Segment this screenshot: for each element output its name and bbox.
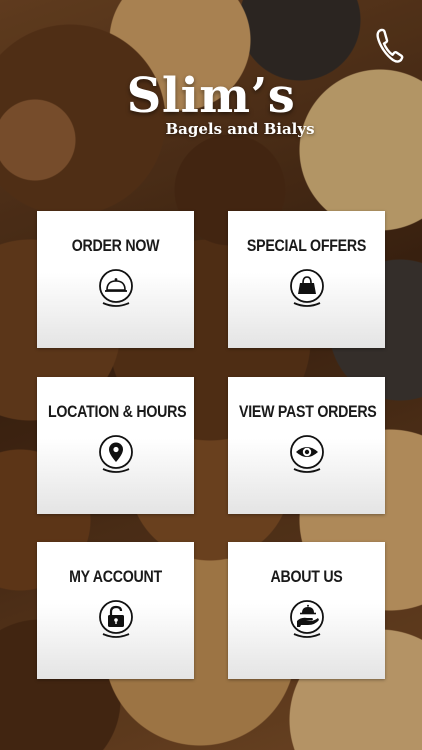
phone-icon: [376, 28, 404, 63]
tile-label: ABOUT US: [270, 568, 343, 586]
brand-tagline: Bagels and Bialys: [165, 120, 315, 138]
shopping-bag-icon: [288, 269, 326, 307]
location-hours-button[interactable]: LOCATION & HOURS: [37, 377, 194, 514]
about-us-button[interactable]: ABOUT US: [228, 542, 385, 679]
tile-label: VIEW PAST ORDERS: [238, 403, 377, 421]
order-now-button[interactable]: ORDER NOW: [37, 211, 194, 348]
waiter-serving-icon: [288, 600, 326, 638]
cloche-icon: [97, 269, 135, 307]
call-button[interactable]: [374, 26, 406, 64]
tile-label: SPECIAL OFFERS: [246, 237, 367, 255]
map-pin-icon: [97, 435, 135, 473]
eye-icon: [288, 435, 326, 473]
brand-logo: Slim’s Bagels and Bialys: [0, 70, 422, 138]
brand-name: Slim’s: [126, 68, 296, 124]
my-account-button[interactable]: MY ACCOUNT: [37, 542, 194, 679]
unlocked-padlock-icon: [97, 600, 135, 638]
tile-label: MY ACCOUNT: [69, 568, 162, 586]
special-offers-button[interactable]: SPECIAL OFFERS: [228, 211, 385, 348]
tile-label: LOCATION & HOURS: [47, 403, 187, 421]
tile-label: ORDER NOW: [71, 237, 160, 255]
view-past-orders-button[interactable]: VIEW PAST ORDERS: [228, 377, 385, 514]
